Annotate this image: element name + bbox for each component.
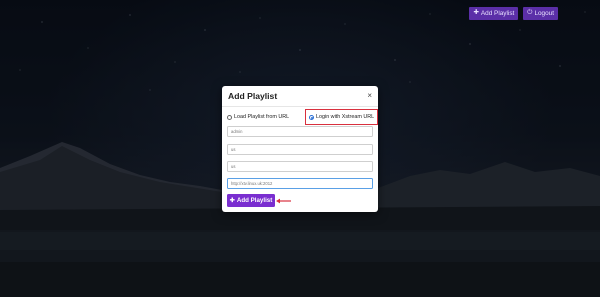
radio-load-from-url[interactable]: Load Playlist from URL <box>227 109 289 125</box>
radio-load-from-url-label: Load Playlist from URL <box>234 114 290 120</box>
logout-label: Logout <box>534 10 554 17</box>
modal-header: Add Playlist × <box>222 86 378 107</box>
add-playlist-submit-label: Add Playlist <box>236 197 273 204</box>
radio-button-unchecked[interactable] <box>227 114 232 120</box>
playlist-name-value: us <box>231 164 236 169</box>
logout-button[interactable]: ⏻ Logout <box>523 7 558 20</box>
server-url-field[interactable]: http://xtv.linux.uk:2012 <box>227 178 373 189</box>
modal-title: Add Playlist <box>228 91 278 101</box>
add-playlist-header-label: Add Playlist <box>480 10 515 17</box>
radio-login-xstream[interactable]: Login with Xstream URL <box>305 109 378 125</box>
username-field[interactable]: admin <box>227 126 373 137</box>
pointer-arrow-icon <box>276 198 291 204</box>
server-url-value: http://xtv.linux.uk:2012 <box>231 181 273 186</box>
plus-icon: ✚ <box>473 9 479 17</box>
add-playlist-header-button[interactable]: ✚ Add Playlist <box>469 7 519 20</box>
password-field[interactable]: us <box>227 144 373 155</box>
power-icon: ⏻ <box>527 9 533 17</box>
username-value: admin <box>231 129 243 134</box>
plus-icon: ✚ <box>229 197 235 204</box>
password-value: us <box>231 147 236 152</box>
top-toolbar: ✚ Add Playlist ⏻ Logout <box>469 7 558 20</box>
playlist-source-options: Load Playlist from URL Login with Xstrea… <box>227 109 378 125</box>
close-icon[interactable]: × <box>367 92 372 100</box>
add-playlist-modal: Add Playlist × Load Playlist from URL Lo… <box>222 86 378 212</box>
add-playlist-submit-button[interactable]: ✚ Add Playlist <box>227 194 275 207</box>
playlist-name-field[interactable]: us <box>227 161 373 172</box>
radio-login-xstream-label: Login with Xstream URL <box>316 114 375 120</box>
radio-button-checked[interactable] <box>309 114 314 120</box>
